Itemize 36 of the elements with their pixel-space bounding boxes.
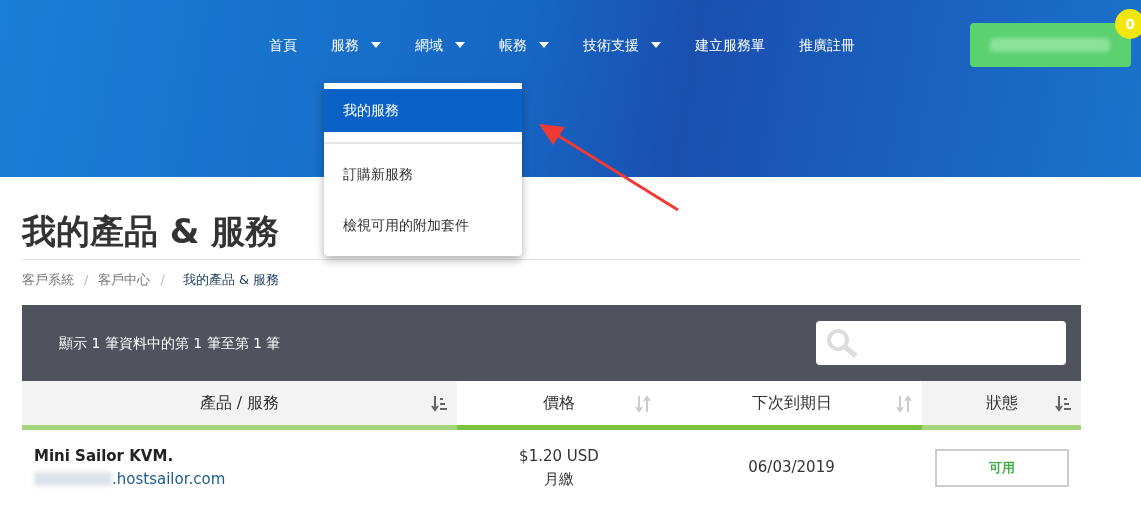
blurred-text-icon xyxy=(34,471,112,486)
nav-link[interactable]: 技術支援 xyxy=(566,34,678,56)
price-text: $1.20 USD xyxy=(518,446,600,467)
breadcrumb-link[interactable]: 我的產品 & 服務 xyxy=(174,270,280,290)
breadcrumb-separator: / xyxy=(83,271,90,290)
nav-link[interactable]: 帳務 xyxy=(482,34,566,56)
table-info: 顯示 1 筆資料中的第 1 筆至第 1 筆 xyxy=(59,333,281,353)
nav-link[interactable]: 服務 xyxy=(314,34,398,56)
column-label: 狀態 xyxy=(985,392,1018,414)
status-label: 可用 xyxy=(934,448,1069,487)
nav-link[interactable]: 首頁 xyxy=(252,34,314,56)
column-label: 下次到期日 xyxy=(751,392,832,414)
breadcrumb-separator: / xyxy=(159,271,166,290)
product-name: Mini Sailor KVM. xyxy=(34,446,175,467)
column-header[interactable]: 狀態 xyxy=(922,381,1081,430)
column-header[interactable]: 產品 / 服務 xyxy=(22,381,457,430)
search-icon xyxy=(826,328,860,358)
column-label: 價格 xyxy=(543,392,575,414)
nav-link[interactable]: 網域 xyxy=(398,34,482,56)
page-title: 我的產品 & 服務 xyxy=(22,210,280,253)
breadcrumb-link[interactable]: 客戶系統 xyxy=(22,270,74,290)
search-field[interactable] xyxy=(816,321,1066,365)
nav-link[interactable]: 推廣註冊 xyxy=(782,34,872,56)
menu-item[interactable]: 訂購新服務 xyxy=(324,154,522,195)
breadcrumb-link[interactable]: 客戶中心 xyxy=(98,270,151,290)
due-date-text: 06/03/2019 xyxy=(747,457,836,479)
column-label: 產品 / 服務 xyxy=(199,392,280,414)
menu-item[interactable]: 檢視可用的附加套件 xyxy=(324,205,522,246)
domain-link[interactable]: .hostsailor.com xyxy=(112,467,226,490)
nav-link[interactable]: 建立服務單 xyxy=(678,34,782,56)
blurred-text-icon xyxy=(990,38,1110,52)
sort-icon[interactable] xyxy=(1055,395,1071,413)
sort-icon[interactable] xyxy=(431,395,447,413)
billing-cycle-text: 月繳 xyxy=(543,468,575,490)
cart-count-badge: 0 xyxy=(1115,9,1141,39)
menu-item[interactable]: 我的服務 xyxy=(324,89,522,132)
